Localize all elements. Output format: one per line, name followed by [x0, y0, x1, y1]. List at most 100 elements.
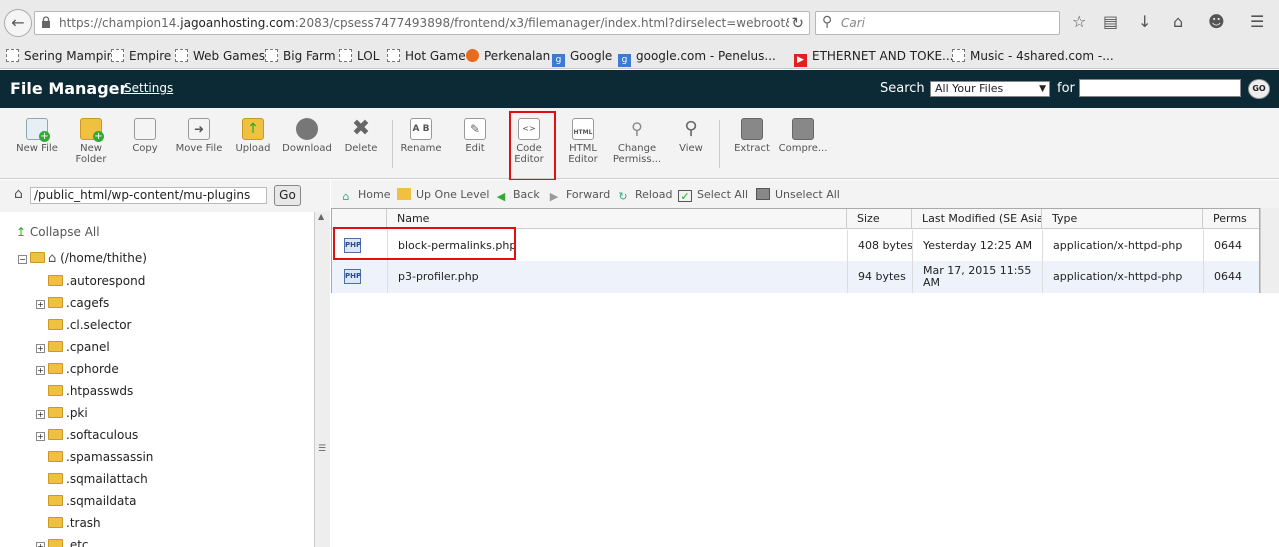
forward-button[interactable]: ▶ Forward [547, 188, 610, 203]
file-size: 94 bytes [847, 261, 906, 293]
tree-folder-item[interactable]: .trash [36, 516, 101, 530]
lock-icon [42, 16, 50, 28]
expand-toggle-icon[interactable]: + [36, 300, 45, 309]
move-file-button[interactable]: ➜ Move File [174, 118, 224, 154]
bookmark-item[interactable]: Hot Game [387, 49, 466, 63]
expand-toggle-icon[interactable]: + [36, 366, 45, 375]
tree-folder-item[interactable]: .spamassassin [36, 450, 153, 464]
rename-button[interactable]: A B Rename [396, 118, 446, 154]
tree-folder-item[interactable]: + .cphorde [36, 362, 119, 376]
tree-folder-item[interactable]: + .cagefs [36, 296, 109, 310]
home-icon[interactable]: ⌂ [1173, 12, 1183, 31]
new-file-button[interactable]: + New File [12, 118, 62, 154]
tree-folder-item[interactable]: .sqmaildata [36, 494, 136, 508]
move-file-icon: ➜ [188, 118, 210, 140]
bookmark-item[interactable]: LOL [339, 49, 379, 63]
view-button[interactable]: ⚲ View [666, 118, 716, 154]
collapse-all-link[interactable]: ↥ Collapse All [16, 225, 100, 239]
folder-name: .sqmaildata [66, 494, 137, 508]
path-go-button[interactable]: Go [274, 185, 301, 206]
back-button[interactable]: ◀ Back [494, 188, 540, 203]
edit-button[interactable]: ✎ Edit [450, 118, 500, 154]
url-bar[interactable]: https://champion14.jagoanhosting.com:208… [34, 11, 810, 35]
extract-button[interactable]: Extract [727, 118, 777, 154]
tree-root[interactable]: − ⌂ (/home/thithe) [18, 251, 147, 266]
path-input[interactable]: /public_html/wp-content/mu-plugins [30, 187, 267, 204]
bookmark-item[interactable]: g google.com - Penelus... [618, 49, 776, 67]
checkbox-unchecked-icon [756, 188, 770, 200]
search-go-button[interactable]: GO [1248, 79, 1270, 99]
folder-name: .etc [66, 538, 89, 547]
bookmark-item[interactable]: Big Farm [265, 49, 336, 63]
browser-navbar: ← https://champion14.jagoanhosting.com:2… [0, 0, 1279, 44]
folder-name: .cagefs [66, 296, 110, 310]
tree-folder-item[interactable]: .htpasswds [36, 384, 133, 398]
reload-button[interactable]: ↻ Reload [616, 188, 672, 203]
table-scrollbar[interactable] [1260, 208, 1279, 293]
toolbar-divider [392, 120, 393, 168]
tree-folder-item[interactable]: + .etc [36, 538, 89, 547]
tree-folder-item[interactable]: + .softaculous [36, 428, 138, 442]
html-editor-button[interactable]: HTML HTML Editor [558, 118, 608, 165]
column-header-modified[interactable]: Last Modified (SE Asia S [912, 209, 1042, 229]
home-nav-button[interactable]: ⌂ Home [339, 188, 391, 203]
scroll-up-arrow-icon[interactable]: ▲ [318, 212, 324, 221]
bookmark-item[interactable]: Music - 4shared.com -... [952, 49, 1114, 63]
bookmark-item[interactable]: Web Games [175, 49, 265, 63]
up-one-level-button[interactable]: Up One Level [397, 188, 489, 201]
back-arrow-icon[interactable]: ← [4, 9, 32, 37]
settings-link[interactable]: Settings [124, 81, 173, 95]
file-type: application/x-httpd-php [1042, 261, 1182, 293]
table-row[interactable]: PHP p3-profiler.php 94 bytes Mar 17, 201… [332, 261, 1259, 293]
file-search-input[interactable] [1079, 79, 1241, 97]
bookmark-item[interactable]: Sering Mampir [6, 49, 112, 63]
change-permissions-button[interactable]: ⚲ Change Permiss... [612, 118, 662, 165]
unselect-all-button[interactable]: Unselect All [756, 188, 840, 201]
new-folder-button[interactable]: + New Folder [66, 118, 116, 165]
copy-button[interactable]: Copy [120, 118, 170, 154]
expand-toggle-icon [36, 496, 45, 505]
star-bookmark-icon[interactable]: ☆ [1072, 12, 1086, 31]
bookmark-item[interactable]: g Google [552, 49, 612, 67]
reload-icon[interactable]: ↻ [791, 14, 804, 32]
reading-list-icon[interactable]: ▤ [1103, 12, 1118, 31]
download-icon[interactable]: ↓ [1138, 12, 1151, 31]
expand-toggle-icon[interactable]: + [36, 432, 45, 441]
folder-name: .trash [66, 516, 101, 530]
bookmark-item[interactable]: Perkenalan [466, 49, 550, 63]
search-scope-select[interactable]: All Your Files ▼ [930, 81, 1050, 97]
bookmark-item[interactable]: Empire [111, 49, 171, 63]
smiley-icon[interactable]: ☻ [1208, 12, 1225, 31]
bookmark-item[interactable]: ▶ ETHERNET AND TOKE... [794, 49, 953, 67]
browser-search-placeholder: Cari [841, 16, 865, 30]
browser-search-box[interactable]: ⚲ Cari [815, 11, 1060, 35]
file-name[interactable]: p3-profiler.php [387, 261, 479, 293]
new-folder-icon: + [80, 118, 104, 142]
delete-button[interactable]: ✖ Delete [336, 118, 386, 155]
scroll-grip-icon[interactable]: ☰ [318, 444, 326, 454]
upload-button[interactable]: ↑ Upload [228, 118, 278, 154]
tree-scrollbar[interactable]: ▲ ☰ [314, 212, 330, 547]
folder-up-icon [397, 188, 411, 200]
tree-folder-item[interactable]: + .cpanel [36, 340, 110, 354]
collapse-toggle-icon[interactable]: − [18, 255, 27, 264]
column-header-name[interactable]: Name [387, 209, 847, 229]
file-manager-header: File Manager Settings Search All Your Fi… [0, 70, 1279, 108]
tree-folder-item[interactable]: .autorespond [36, 274, 145, 288]
menu-icon[interactable]: ☰ [1250, 12, 1264, 31]
column-header-size[interactable]: Size [847, 209, 912, 229]
column-header-perms[interactable]: Perms [1203, 209, 1259, 229]
tree-folder-item[interactable]: + .pki [36, 406, 88, 420]
download-button[interactable]: Download [282, 118, 332, 154]
expand-toggle-icon[interactable]: + [36, 344, 45, 353]
html-icon: HTML [572, 118, 594, 140]
compress-button[interactable]: Compre... [778, 118, 828, 154]
expand-toggle-icon[interactable]: + [36, 410, 45, 419]
tree-folder-item[interactable]: .cl.selector [36, 318, 132, 332]
expand-toggle-icon[interactable]: + [36, 542, 45, 547]
tree-folder-item[interactable]: .sqmailattach [36, 472, 148, 486]
folder-icon [48, 363, 63, 374]
home-icon: ⌂ [14, 186, 23, 202]
column-header-type[interactable]: Type [1042, 209, 1203, 229]
select-all-button[interactable]: ✓ Select All [678, 188, 748, 203]
